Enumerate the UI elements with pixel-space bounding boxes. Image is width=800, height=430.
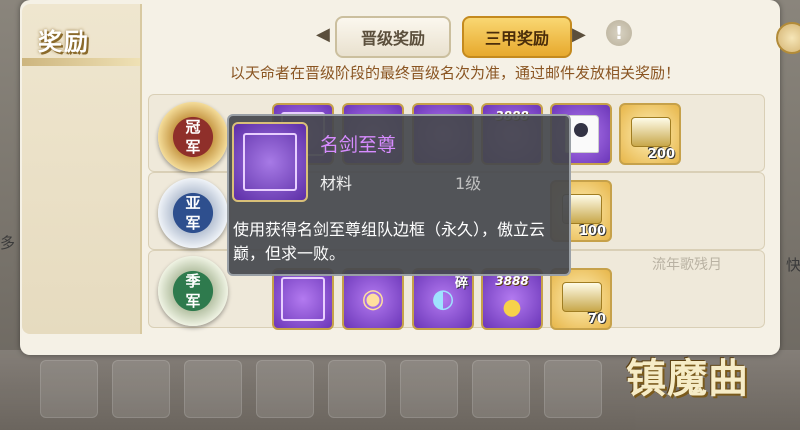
runner-up-medal-icon: 亚 军: [158, 178, 228, 248]
tooltip-item-level: 1级: [455, 174, 482, 193]
item-coin-slot[interactable]: 3888 ●: [481, 268, 543, 330]
coin-icon: ●: [502, 294, 522, 320]
item-quantity: 200: [647, 147, 675, 162]
chest-icon: [562, 282, 602, 312]
item-frame-slot[interactable]: [272, 268, 334, 330]
rank-label-first: 冠 军: [185, 118, 201, 156]
background-player-name: 流年歌残月: [652, 257, 722, 273]
game-logo: 镇魔曲: [626, 356, 749, 402]
edge-text-left: 多: [0, 234, 16, 252]
background-item-cell: [256, 360, 314, 418]
arrow-left-icon: ◀: [316, 24, 330, 45]
close-icon[interactable]: [776, 22, 800, 54]
background-item-cell: [544, 360, 602, 418]
background-item-cell: [400, 360, 458, 418]
frame-icon: [281, 277, 325, 321]
champion-medal-icon: 冠 军: [158, 102, 228, 172]
third-place-medal-icon: 季 军: [158, 256, 228, 326]
chest-icon: [631, 117, 671, 147]
background-item-cell: [184, 360, 242, 418]
tooltip-item-name: 名剑至尊: [320, 134, 397, 156]
item-dragon-fragment-slot[interactable]: ◐ 碎: [412, 268, 474, 330]
item-quantity: 70: [587, 312, 606, 327]
background-item-cell: [112, 360, 170, 418]
item-quantity: 100: [578, 224, 606, 239]
item-chest-slot[interactable]: 70: [550, 268, 612, 330]
rank-label-third: 季 军: [185, 272, 201, 310]
background-item-cell: [472, 360, 530, 418]
rank-label-second: 亚 军: [185, 194, 201, 232]
tooltip-item-icon: [232, 122, 308, 202]
tooltip-item-description: 使用获得名剑至尊组队边框（永久），傲立云巅，但求一败。: [233, 220, 546, 263]
orb-icon: ◉: [361, 284, 385, 314]
item-orb-slot[interactable]: ◉: [342, 268, 404, 330]
sidebar-tab-marker: [22, 58, 140, 66]
tooltip-item-type: 材料: [320, 174, 353, 193]
frame-icon: [243, 133, 297, 191]
background-item-cell: [328, 360, 386, 418]
item-chest-slot[interactable]: 200: [619, 103, 681, 165]
info-icon[interactable]: !: [606, 20, 632, 46]
background-item-cell: [40, 360, 98, 418]
tab-top-three-rewards[interactable]: 三甲奖励: [462, 16, 572, 58]
edge-text-right: 快: [786, 256, 800, 274]
tab-promotion-rewards[interactable]: 晋级奖励: [335, 16, 451, 58]
reward-notice: 以天命者在晋级阶段的最终晋级名次为准，通过邮件发放相关奖励！: [229, 64, 680, 82]
shirt-print: [574, 123, 588, 137]
arrow-right-icon: ▶: [572, 24, 586, 45]
sidebar-title: 奖励: [38, 28, 90, 56]
